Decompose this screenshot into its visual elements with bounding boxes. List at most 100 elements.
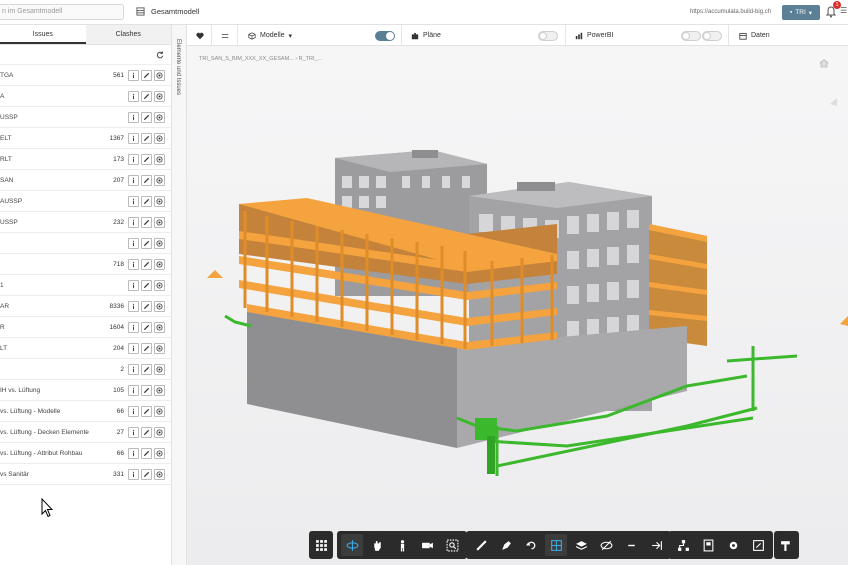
target-button[interactable] [154, 91, 165, 102]
target-button[interactable] [154, 448, 165, 459]
data-item[interactable]: Daten [739, 25, 770, 46]
user-menu-button[interactable]: ▪ TRI ▾ [782, 5, 820, 20]
layers-icon[interactable] [570, 534, 592, 556]
powerbi-item[interactable]: PowerBI [575, 25, 613, 46]
favorite-button[interactable] [196, 25, 204, 46]
info-button[interactable] [128, 196, 139, 207]
edit-button[interactable] [141, 343, 152, 354]
tree-icon[interactable] [672, 534, 694, 556]
clash-row[interactable]: vs. Lüftung - Decken Elemente 27 [0, 422, 171, 443]
info-button[interactable] [128, 175, 139, 186]
grid-icon[interactable] [310, 534, 332, 556]
clash-row[interactable]: R 1604 [0, 317, 171, 338]
target-button[interactable] [154, 133, 165, 144]
clash-row[interactable]: USSP [0, 107, 171, 128]
target-button[interactable] [154, 280, 165, 291]
info-button[interactable] [128, 70, 139, 81]
markup-icon[interactable] [495, 534, 517, 556]
edit-button[interactable] [141, 175, 152, 186]
model-title[interactable]: Gesamtmodell [136, 7, 199, 16]
edit-button[interactable] [141, 133, 152, 144]
info-button[interactable] [128, 217, 139, 228]
clash-row[interactable]: 1 [0, 275, 171, 296]
clash-row[interactable]: ELT 1367 [0, 128, 171, 149]
info-button[interactable] [128, 301, 139, 312]
zoom-box-icon[interactable] [441, 534, 463, 556]
tab-issues[interactable]: Issues [0, 25, 86, 44]
target-button[interactable] [154, 469, 165, 480]
target-button[interactable] [154, 70, 165, 81]
minus-icon[interactable] [620, 534, 642, 556]
undo-icon[interactable] [520, 534, 542, 556]
clash-row[interactable]: AUSSP [0, 191, 171, 212]
powerbi-toggle-secondary[interactable] [702, 31, 722, 41]
tab-clashes[interactable]: Clashes [85, 25, 171, 44]
plans-toggle[interactable] [538, 31, 558, 41]
clash-row[interactable]: 2 [0, 359, 171, 380]
edit-button[interactable] [141, 280, 152, 291]
clash-row[interactable]: LT 204 [0, 338, 171, 359]
clash-row[interactable] [0, 233, 171, 254]
clash-row[interactable]: vs. Lüftung - Attribut Rohbau 66 [0, 443, 171, 464]
info-button[interactable] [128, 280, 139, 291]
models-toggle[interactable] [375, 31, 395, 41]
fullscreen-icon[interactable] [747, 534, 769, 556]
target-button[interactable] [154, 301, 165, 312]
edit-button[interactable] [141, 469, 152, 480]
target-button[interactable] [154, 217, 165, 228]
edit-button[interactable] [141, 448, 152, 459]
target-button[interactable] [154, 154, 165, 165]
info-button[interactable] [128, 154, 139, 165]
edit-button[interactable] [141, 406, 152, 417]
target-button[interactable] [154, 238, 165, 249]
target-button[interactable] [154, 112, 165, 123]
camera-icon[interactable] [416, 534, 438, 556]
clash-row[interactable]: A [0, 86, 171, 107]
edit-button[interactable] [141, 196, 152, 207]
info-button[interactable] [128, 385, 139, 396]
info-button[interactable] [128, 238, 139, 249]
info-button[interactable] [128, 322, 139, 333]
person-icon[interactable] [391, 534, 413, 556]
search-input[interactable]: n im Gesamtmodell [0, 4, 124, 20]
info-button[interactable] [128, 427, 139, 438]
3d-viewport[interactable]: TRI_SAN_S_BIM_XXX_XX_GESAM... › R_TRI_..… [187, 46, 848, 565]
clash-row[interactable]: TGA 561 [0, 65, 171, 86]
edit-button[interactable] [141, 259, 152, 270]
hide-icon[interactable] [595, 534, 617, 556]
edit-button[interactable] [141, 385, 152, 396]
edit-button[interactable] [141, 238, 152, 249]
clash-row[interactable]: USSP 232 [0, 212, 171, 233]
info-button[interactable] [128, 112, 139, 123]
properties-icon[interactable] [697, 534, 719, 556]
edit-button[interactable] [141, 91, 152, 102]
info-button[interactable] [128, 469, 139, 480]
powerbi-toggle[interactable] [681, 31, 701, 41]
clash-row[interactable]: AR 8336 [0, 296, 171, 317]
edit-button[interactable] [141, 322, 152, 333]
info-button[interactable] [128, 364, 139, 375]
target-button[interactable] [154, 343, 165, 354]
clash-row[interactable]: IH vs. Lüftung 105 [0, 380, 171, 401]
models-dropdown[interactable]: Modelle ▾ [248, 25, 292, 46]
settings-icon[interactable] [722, 534, 744, 556]
measure-icon[interactable] [470, 534, 492, 556]
info-button[interactable] [128, 91, 139, 102]
target-button[interactable] [154, 427, 165, 438]
info-button[interactable] [128, 448, 139, 459]
edit-button[interactable] [141, 70, 152, 81]
clash-row[interactable]: vs. Lüftung - Modelle 66 [0, 401, 171, 422]
target-button[interactable] [154, 385, 165, 396]
plans-item[interactable]: Pläne [411, 25, 441, 46]
edit-button[interactable] [141, 364, 152, 375]
sliders-button[interactable] [221, 25, 229, 46]
section-icon[interactable] [545, 534, 567, 556]
target-button[interactable] [154, 406, 165, 417]
pan-icon[interactable] [366, 534, 388, 556]
clash-row[interactable]: SAN 207 [0, 170, 171, 191]
info-button[interactable] [128, 259, 139, 270]
paint-icon[interactable] [775, 534, 797, 556]
info-button[interactable] [128, 343, 139, 354]
edit-button[interactable] [141, 112, 152, 123]
edit-button[interactable] [141, 217, 152, 228]
